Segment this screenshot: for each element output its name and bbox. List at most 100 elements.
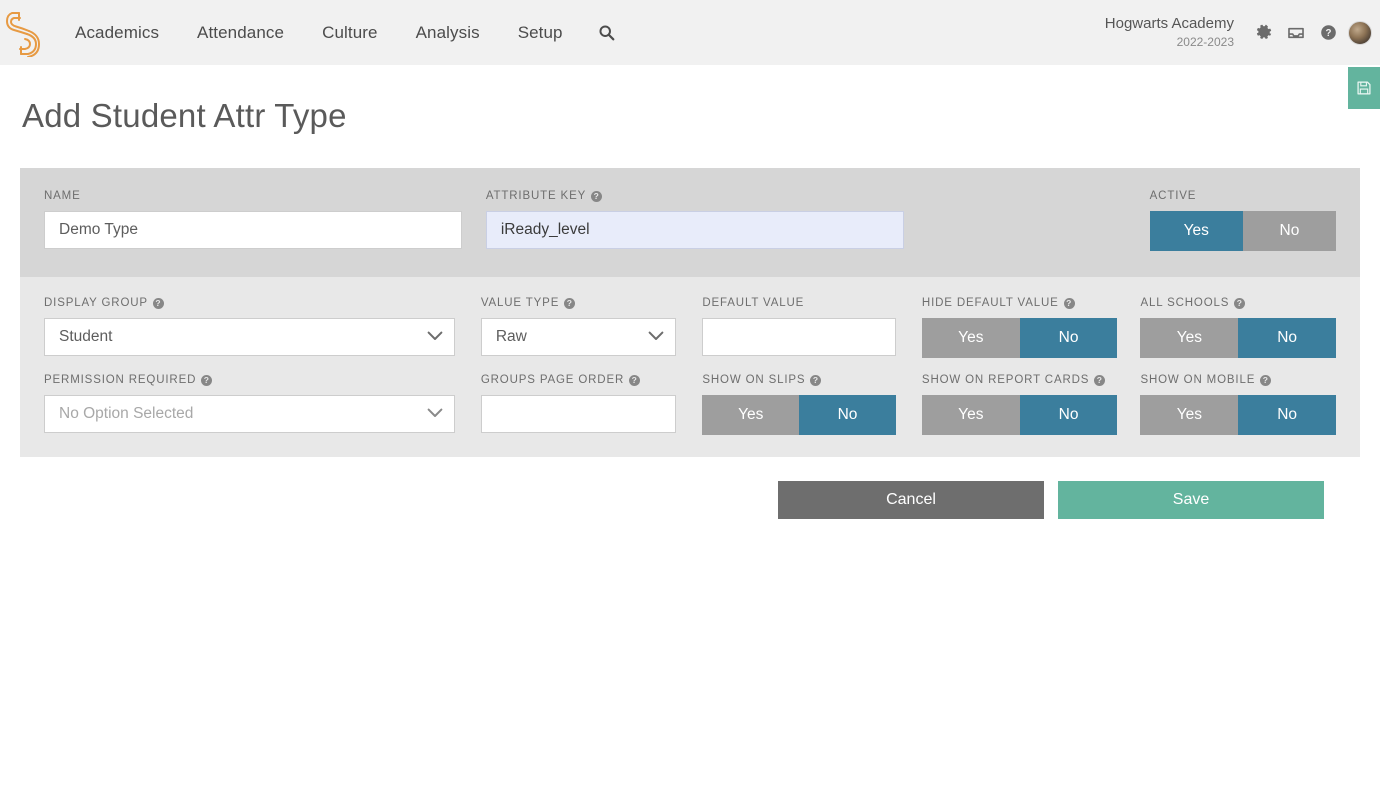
field-all-schools: ALL SCHOOLS ? Yes No	[1140, 297, 1336, 358]
label-display-group-text: DISPLAY GROUP	[44, 297, 148, 309]
nav-item-academics[interactable]: Academics	[56, 0, 178, 65]
field-active: ACTIVE Yes No	[1149, 190, 1336, 251]
label-show-on-slips-text: SHOW ON SLIPS	[702, 374, 806, 386]
top-navigation-bar: Academics Attendance Culture Analysis Se…	[0, 0, 1380, 65]
save-button[interactable]: Save	[1058, 481, 1324, 519]
label-show-on-report-cards-text: SHOW ON REPORT CARDS	[921, 374, 1090, 386]
user-avatar[interactable]	[1348, 20, 1372, 45]
label-permission-required: PERMISSION REQUIRED ?	[44, 374, 455, 386]
help-icon-show-on-slips[interactable]: ?	[810, 374, 822, 386]
nav-item-setup[interactable]: Setup	[499, 0, 582, 65]
search-icon[interactable]	[582, 24, 631, 41]
label-display-group: DISPLAY GROUP ?	[44, 297, 455, 309]
field-permission-required: PERMISSION REQUIRED ? No Option Selected	[44, 374, 455, 433]
show-on-slips-toggle[interactable]: Yes No	[702, 395, 896, 435]
show-on-report-cards-toggle-no[interactable]: No	[1019, 395, 1118, 435]
active-toggle-yes[interactable]: Yes	[1149, 211, 1243, 251]
school-year: 2022-2023	[1176, 34, 1234, 49]
field-display-group: DISPLAY GROUP ? Student	[44, 297, 455, 356]
label-attribute-key: ATTRIBUTE KEY ?	[486, 190, 904, 202]
label-all-schools-text: ALL SCHOOLS	[1140, 297, 1230, 309]
all-schools-toggle[interactable]: Yes No	[1140, 318, 1336, 358]
school-context[interactable]: Hogwarts Academy 2022-2023	[1105, 15, 1234, 50]
permission-required-select[interactable]: No Option Selected	[44, 395, 455, 433]
hide-default-value-toggle-yes[interactable]: Yes	[921, 318, 1020, 358]
nav-item-culture[interactable]: Culture	[303, 0, 397, 65]
label-groups-page-order: GROUPS PAGE ORDER ?	[481, 374, 677, 386]
form-actions: Cancel Save	[20, 481, 1324, 519]
display-group-select[interactable]: Student	[44, 318, 455, 356]
school-name: Hogwarts Academy	[1104, 15, 1234, 33]
show-on-mobile-toggle-yes[interactable]: Yes	[1140, 395, 1239, 435]
show-on-mobile-toggle[interactable]: Yes No	[1140, 395, 1336, 435]
active-toggle-no[interactable]: No	[1242, 211, 1336, 251]
field-default-value: DEFAULT VALUE	[702, 297, 896, 356]
nav-item-attendance[interactable]: Attendance	[178, 0, 303, 65]
help-icon-groups-page-order[interactable]: ?	[629, 374, 641, 386]
field-attribute-key: ATTRIBUTE KEY ?	[485, 190, 904, 249]
hide-default-value-toggle[interactable]: Yes No	[921, 318, 1118, 358]
form-row-1: NAME ATTRIBUTE KEY ? ACTIVE Yes No	[44, 190, 1336, 251]
label-hide-default-value-text: HIDE DEFAULT VALUE	[921, 297, 1059, 309]
field-show-on-report-cards: SHOW ON REPORT CARDS ? Yes No	[921, 374, 1118, 435]
show-on-slips-toggle-yes[interactable]: Yes	[702, 395, 800, 435]
label-name-text: NAME	[44, 190, 81, 202]
permission-required-select-wrap: No Option Selected	[44, 395, 455, 433]
label-permission-required-text: PERMISSION REQUIRED	[44, 374, 197, 386]
gear-icon[interactable]	[1248, 17, 1280, 49]
form-row-2: DISPLAY GROUP ? Student VALUE TYPE ? Raw…	[44, 297, 1336, 358]
label-attribute-key-text: ATTRIBUTE KEY	[485, 190, 587, 202]
label-groups-page-order-text: GROUPS PAGE ORDER	[480, 374, 625, 386]
hide-default-value-toggle-no[interactable]: No	[1019, 318, 1118, 358]
app-logo[interactable]	[0, 0, 46, 65]
primary-nav-links: Academics Attendance Culture Analysis Se…	[56, 0, 631, 65]
show-on-mobile-toggle-no[interactable]: No	[1238, 395, 1336, 435]
label-default-value: DEFAULT VALUE	[702, 297, 896, 309]
show-on-report-cards-toggle[interactable]: Yes No	[921, 395, 1118, 435]
show-on-report-cards-toggle-yes[interactable]: Yes	[921, 395, 1020, 435]
field-hide-default-value: HIDE DEFAULT VALUE ? Yes No	[921, 297, 1118, 358]
help-icon-show-on-mobile[interactable]: ?	[1260, 374, 1272, 386]
label-active: ACTIVE	[1150, 190, 1336, 202]
help-icon-show-on-report-cards[interactable]: ?	[1094, 374, 1106, 386]
label-active-text: ACTIVE	[1149, 190, 1197, 202]
label-show-on-mobile: SHOW ON MOBILE ?	[1140, 374, 1336, 386]
name-input[interactable]	[44, 211, 462, 249]
cancel-button[interactable]: Cancel	[778, 481, 1044, 519]
label-show-on-mobile-text: SHOW ON MOBILE	[1140, 374, 1256, 386]
value-type-select-wrap: Raw	[480, 318, 677, 356]
help-icon-attribute-key[interactable]: ?	[591, 190, 603, 202]
label-show-on-report-cards: SHOW ON REPORT CARDS ?	[922, 374, 1118, 386]
help-icon-value-type[interactable]: ?	[564, 297, 576, 309]
label-value-type-text: VALUE TYPE	[480, 297, 560, 309]
show-on-slips-toggle-no[interactable]: No	[799, 395, 896, 435]
attribute-key-input[interactable]	[485, 211, 904, 249]
quick-save-tab[interactable]	[1348, 67, 1380, 109]
field-show-on-slips: SHOW ON SLIPS ? Yes No	[702, 374, 896, 435]
help-icon-display-group[interactable]: ?	[152, 297, 164, 309]
all-schools-toggle-yes[interactable]: Yes	[1140, 318, 1239, 358]
form-section-secondary: DISPLAY GROUP ? Student VALUE TYPE ? Raw…	[20, 277, 1360, 457]
help-circle-icon[interactable]: ?	[1312, 17, 1344, 49]
svg-text:?: ?	[1325, 28, 1331, 39]
help-icon-all-schools[interactable]: ?	[1234, 297, 1246, 309]
default-value-input[interactable]	[702, 318, 896, 356]
nav-item-analysis[interactable]: Analysis	[397, 0, 499, 65]
attr-type-form: NAME ATTRIBUTE KEY ? ACTIVE Yes No	[20, 168, 1360, 519]
inbox-icon[interactable]	[1280, 17, 1312, 49]
label-all-schools: ALL SCHOOLS ?	[1140, 297, 1336, 309]
help-icon-permission-required[interactable]: ?	[201, 374, 213, 386]
field-show-on-mobile: SHOW ON MOBILE ? Yes No	[1140, 374, 1336, 435]
label-hide-default-value: HIDE DEFAULT VALUE ?	[922, 297, 1118, 309]
help-icon-hide-default-value[interactable]: ?	[1063, 297, 1075, 309]
groups-page-order-input[interactable]	[480, 395, 677, 433]
label-show-on-slips: SHOW ON SLIPS ?	[702, 374, 896, 386]
active-toggle[interactable]: Yes No	[1149, 211, 1336, 251]
label-name: NAME	[44, 190, 462, 202]
field-groups-page-order: GROUPS PAGE ORDER ?	[480, 374, 677, 433]
all-schools-toggle-no[interactable]: No	[1238, 318, 1336, 358]
value-type-select[interactable]: Raw	[480, 318, 677, 356]
page-title: Add Student Attr Type	[22, 97, 347, 134]
nav-right-cluster: Hogwarts Academy 2022-2023 ?	[1105, 0, 1380, 65]
field-value-type: VALUE TYPE ? Raw	[480, 297, 677, 356]
